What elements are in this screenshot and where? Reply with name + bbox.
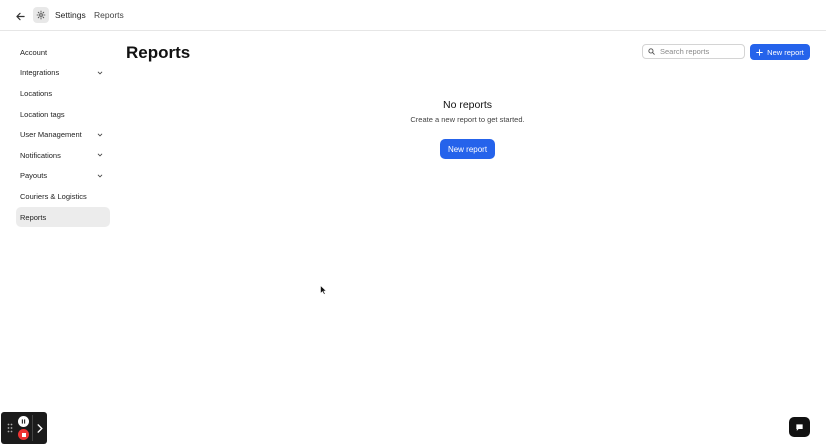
sidebar-item-couriers-logistics[interactable]: Couriers & Logistics — [16, 186, 110, 207]
sidebar-item-label: Account — [20, 47, 48, 57]
sidebar-item-label: Integrations — [20, 68, 60, 78]
empty-state-subtitle: Create a new report to get started. — [410, 115, 525, 124]
search-box[interactable] — [642, 44, 745, 59]
sidebar-item-label: Locations — [20, 88, 53, 98]
empty-state-new-report-button[interactable]: New report — [440, 139, 495, 159]
gear-icon — [36, 10, 46, 20]
sidebar-item-label: Couriers & Logistics — [20, 191, 87, 201]
sidebar-item-locations[interactable]: Locations — [16, 83, 110, 104]
drag-handle-icon[interactable] — [7, 423, 13, 433]
sidebar-item-integrations[interactable]: Integrations — [16, 63, 110, 84]
sidebar-item-user-management[interactable]: User Management — [16, 124, 110, 145]
breadcrumb-settings[interactable]: Settings — [55, 10, 86, 20]
stop-recording-button[interactable] — [18, 429, 29, 440]
sidebar-item-reports[interactable]: Reports — [16, 206, 110, 228]
chevron-down-icon — [96, 69, 104, 77]
search-icon — [648, 48, 655, 55]
stop-icon — [21, 432, 26, 437]
chat-launcher-button[interactable] — [789, 417, 810, 437]
empty-state-title: No reports — [442, 99, 493, 111]
page-title: Reports — [126, 43, 191, 62]
pause-icon — [21, 419, 26, 424]
chevron-down-icon — [96, 131, 104, 139]
sidebar-item-notifications[interactable]: Notifications — [16, 145, 110, 166]
plus-icon — [756, 48, 763, 56]
expand-toolbar-button[interactable] — [35, 421, 45, 435]
breadcrumb-current: Reports — [94, 10, 124, 20]
sidebar-item-label: Location tags — [20, 109, 65, 119]
chevron-down-icon — [96, 172, 104, 180]
new-report-button-label: New report — [767, 47, 804, 57]
top-bar: Settings Reports — [0, 0, 826, 31]
sidebar-item-label: User Management — [20, 130, 82, 140]
search-input[interactable] — [660, 47, 740, 56]
sidebar-item-label: Reports — [20, 212, 47, 222]
screen-recorder-toolbar — [1, 412, 47, 444]
settings-sidebar: Account Integrations Locations Location … — [16, 42, 110, 228]
sidebar-item-location-tags[interactable]: Location tags — [16, 104, 110, 125]
sidebar-item-account[interactable]: Account — [16, 42, 110, 63]
chat-bubble-icon — [796, 423, 803, 431]
settings-button[interactable] — [33, 7, 49, 23]
divider — [32, 415, 33, 441]
chevron-down-icon — [96, 151, 104, 159]
chevron-right-icon — [37, 423, 43, 433]
mouse-cursor-icon — [320, 285, 328, 295]
back-button[interactable] — [12, 8, 28, 24]
new-report-button[interactable]: New report — [750, 44, 810, 60]
pause-button[interactable] — [18, 416, 29, 427]
arrow-left-icon — [15, 12, 25, 20]
sidebar-item-payouts[interactable]: Payouts — [16, 166, 110, 187]
sidebar-item-label: Notifications — [20, 150, 61, 160]
sidebar-item-label: Payouts — [20, 171, 48, 181]
